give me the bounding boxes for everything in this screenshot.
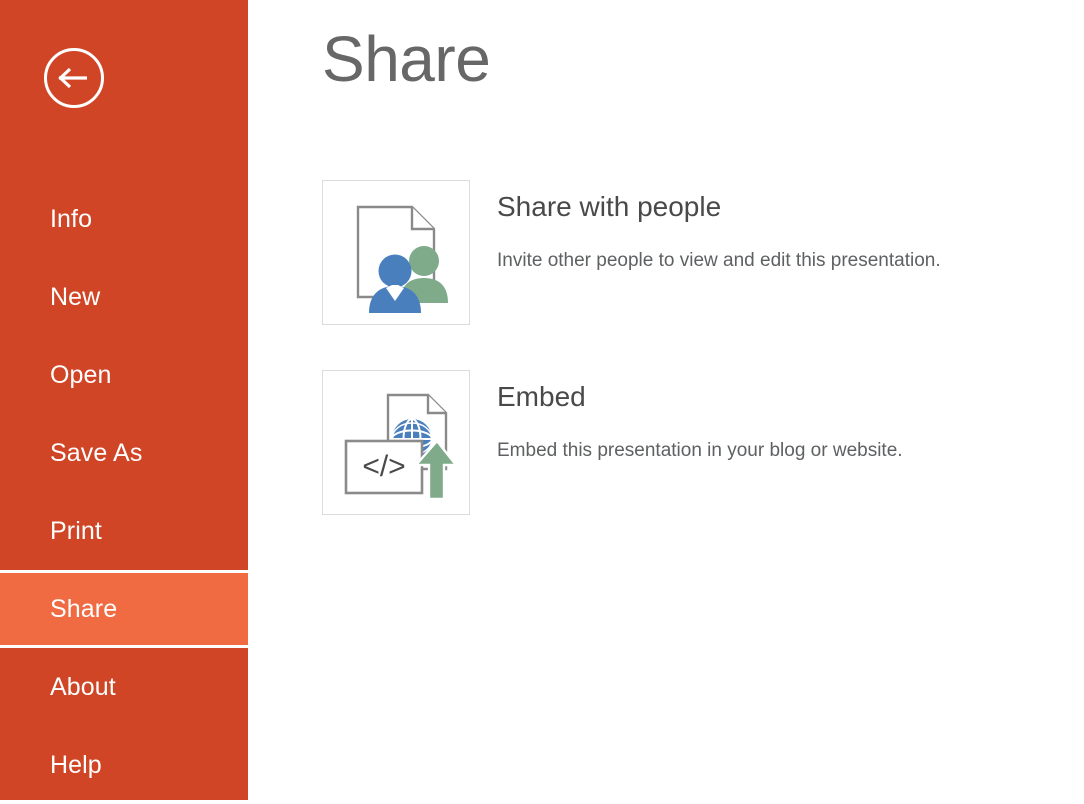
sidebar-item-new[interactable]: New	[0, 258, 248, 336]
sidebar-item-share[interactable]: Share	[0, 570, 248, 648]
sidebar-item-help[interactable]: Help	[0, 726, 248, 804]
share-with-people-heading[interactable]: Share with people	[497, 180, 1057, 223]
svg-text:</>: </>	[362, 450, 405, 483]
sidebar-item-label: Help	[50, 751, 102, 779]
embed-description: Embed this presentation in your blog or …	[497, 439, 903, 461]
sidebar-item-label: Save As	[50, 439, 143, 467]
embed-heading[interactable]: Embed	[497, 370, 1057, 413]
sidebar-item-label: About	[50, 673, 116, 701]
sidebar-item-label: Share	[50, 595, 118, 623]
sidebar-item-label: Print	[50, 517, 102, 545]
share-with-people-icon[interactable]	[322, 180, 470, 325]
sidebar-item-label: Open	[50, 361, 112, 389]
embed-icon[interactable]: </>	[322, 370, 470, 515]
sidebar-item-save-as[interactable]: Save As	[0, 414, 248, 492]
page-title: Share	[322, 23, 491, 95]
sidebar-item-about[interactable]: About	[0, 648, 248, 726]
backstage-sidebar: Info New Open Save As Print Share About …	[0, 0, 248, 800]
backstage-nav-list: Info New Open Save As Print Share About …	[0, 180, 248, 804]
sidebar-item-label: New	[50, 283, 101, 311]
sidebar-item-label: Info	[50, 205, 93, 233]
share-with-people-description: Invite other people to view and edit thi…	[497, 249, 941, 271]
back-arrow-icon[interactable]	[44, 48, 104, 108]
sidebar-item-print[interactable]: Print	[0, 492, 248, 570]
share-with-people-text: Share with people Invite other people to…	[497, 180, 1057, 273]
share-pane: Share Share with people Invite other peo…	[248, 0, 1084, 800]
sidebar-item-info[interactable]: Info	[0, 180, 248, 258]
embed-text: Embed Embed this presentation in your bl…	[497, 370, 1057, 463]
sidebar-item-open[interactable]: Open	[0, 336, 248, 414]
